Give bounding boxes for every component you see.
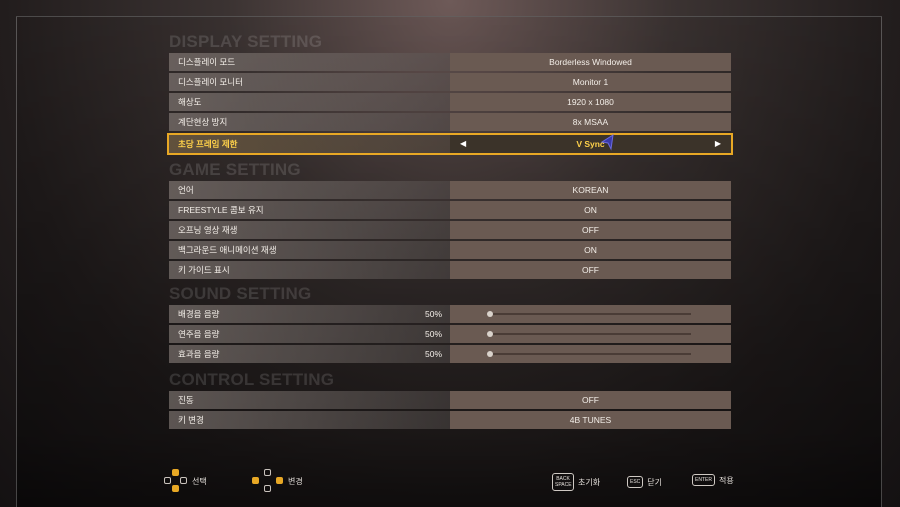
- hint-change-label: 변경: [288, 476, 303, 486]
- slider-thumb[interactable]: [487, 311, 493, 317]
- setting-value[interactable]: ON: [450, 241, 731, 259]
- hint-reset[interactable]: BACK SPACE 초기화: [552, 473, 600, 491]
- slider-track[interactable]: [487, 311, 691, 317]
- slider-track[interactable]: [487, 331, 691, 337]
- setting-row-frame-limit[interactable]: 초당 프레임 제한 ◀ V Sync ▶: [167, 133, 733, 155]
- setting-label: 초당 프레임 제한: [169, 135, 450, 153]
- setting-label: FREESTYLE 콤보 유지: [169, 201, 450, 219]
- setting-value[interactable]: KOREAN: [450, 181, 731, 199]
- setting-row-opening-video[interactable]: 오프닝 영상 재생 OFF: [169, 221, 731, 239]
- setting-value[interactable]: Borderless Windowed: [450, 53, 731, 71]
- setting-value[interactable]: OFF: [450, 261, 731, 279]
- hint-select: 선택: [164, 469, 207, 493]
- setting-label: 디스플레이 모니터: [169, 73, 450, 91]
- enter-key-icon: ENTER: [692, 474, 715, 486]
- dpad-leftright-icon: [252, 469, 284, 493]
- setting-value[interactable]: 8x MSAA: [450, 113, 731, 131]
- volume-slider[interactable]: [450, 325, 731, 343]
- volume-label: 효과음 음량: [178, 349, 220, 359]
- hint-select-label: 선택: [192, 476, 207, 486]
- setting-row-sfx-volume[interactable]: 효과음 음량 50%: [169, 345, 731, 363]
- setting-label: 연주음 음량 50%: [169, 325, 450, 343]
- hint-apply[interactable]: ENTER 적용: [692, 474, 734, 486]
- setting-row-anti-aliasing[interactable]: 계단현상 방지 8x MSAA: [169, 113, 731, 131]
- setting-row-display-monitor[interactable]: 디스플레이 모니터 Monitor 1: [169, 73, 731, 91]
- setting-label: 키 가이드 표시: [169, 261, 450, 279]
- volume-label: 배경음 음량: [178, 309, 220, 319]
- hint-reset-label: 초기화: [578, 477, 601, 487]
- slider-thumb[interactable]: [487, 351, 493, 357]
- setting-value[interactable]: OFF: [450, 391, 731, 409]
- mouse-cursor-icon: [600, 133, 614, 151]
- setting-row-key-guide[interactable]: 키 가이드 표시 OFF: [169, 261, 731, 279]
- backspace-key-icon: BACK SPACE: [552, 473, 574, 491]
- setting-label: 오프닝 영상 재생: [169, 221, 450, 239]
- setting-value[interactable]: Monitor 1: [450, 73, 731, 91]
- footer-key-hints: 선택 변경 BACK SPACE 초기화 ESC 닫기 ENTER 적용: [0, 467, 900, 495]
- slider-thumb[interactable]: [487, 331, 493, 337]
- volume-slider[interactable]: [450, 345, 731, 363]
- section-title-control: CONTROL SETTING: [169, 370, 335, 389]
- volume-slider[interactable]: [450, 305, 731, 323]
- setting-row-freestyle-combo[interactable]: FREESTYLE 콤보 유지 ON: [169, 201, 731, 219]
- setting-label: 언어: [169, 181, 450, 199]
- setting-label: 해상도: [169, 93, 450, 111]
- volume-percent: 50%: [424, 309, 442, 319]
- setting-value[interactable]: 4B TUNES: [450, 411, 731, 429]
- setting-row-display-mode[interactable]: 디스플레이 모드 Borderless Windowed: [169, 53, 731, 71]
- setting-label: 효과음 음량 50%: [169, 345, 450, 363]
- setting-row-background-animation[interactable]: 백그라운드 애니메이션 재생 ON: [169, 241, 731, 259]
- setting-value[interactable]: ON: [450, 201, 731, 219]
- volume-percent: 50%: [424, 349, 442, 359]
- setting-row-bgm-volume[interactable]: 배경음 음량 50%: [169, 305, 731, 323]
- volume-percent: 50%: [424, 329, 442, 339]
- setting-row-play-volume[interactable]: 연주음 음량 50%: [169, 325, 731, 343]
- setting-row-resolution[interactable]: 해상도 1920 x 1080: [169, 93, 731, 111]
- setting-label: 디스플레이 모드: [169, 53, 450, 71]
- setting-row-key-change[interactable]: 키 변경 4B TUNES: [169, 411, 731, 429]
- hint-apply-label: 적용: [718, 475, 734, 485]
- setting-label: 키 변경: [169, 411, 450, 429]
- arrow-right-icon[interactable]: ▶: [715, 135, 721, 153]
- setting-value[interactable]: OFF: [450, 221, 731, 239]
- hint-close-label: 닫기: [647, 477, 663, 487]
- setting-label: 진동: [169, 391, 450, 409]
- setting-row-language[interactable]: 언어 KOREAN: [169, 181, 731, 199]
- slider-track[interactable]: [487, 351, 691, 357]
- settings-content: DISPLAY SETTING 디스플레이 모드 Borderless Wind…: [167, 32, 733, 429]
- section-title-game: GAME SETTING: [169, 160, 301, 179]
- setting-value[interactable]: 1920 x 1080: [450, 93, 731, 111]
- esc-key-icon: ESC: [627, 476, 644, 488]
- setting-row-vibration[interactable]: 진동 OFF: [169, 391, 731, 409]
- hint-change: 변경: [252, 469, 303, 493]
- hint-close[interactable]: ESC 닫기: [627, 476, 662, 488]
- section-title-display: DISPLAY SETTING: [169, 32, 323, 51]
- volume-label: 연주음 음량: [178, 329, 220, 339]
- dpad-updown-icon: [164, 469, 188, 493]
- setting-label: 배경음 음량 50%: [169, 305, 450, 323]
- arrow-left-icon[interactable]: ◀: [460, 135, 466, 153]
- setting-label: 백그라운드 애니메이션 재생: [169, 241, 450, 259]
- setting-value[interactable]: ◀ V Sync ▶: [450, 133, 731, 153]
- setting-label: 계단현상 방지: [169, 113, 450, 131]
- section-title-sound: SOUND SETTING: [169, 284, 312, 303]
